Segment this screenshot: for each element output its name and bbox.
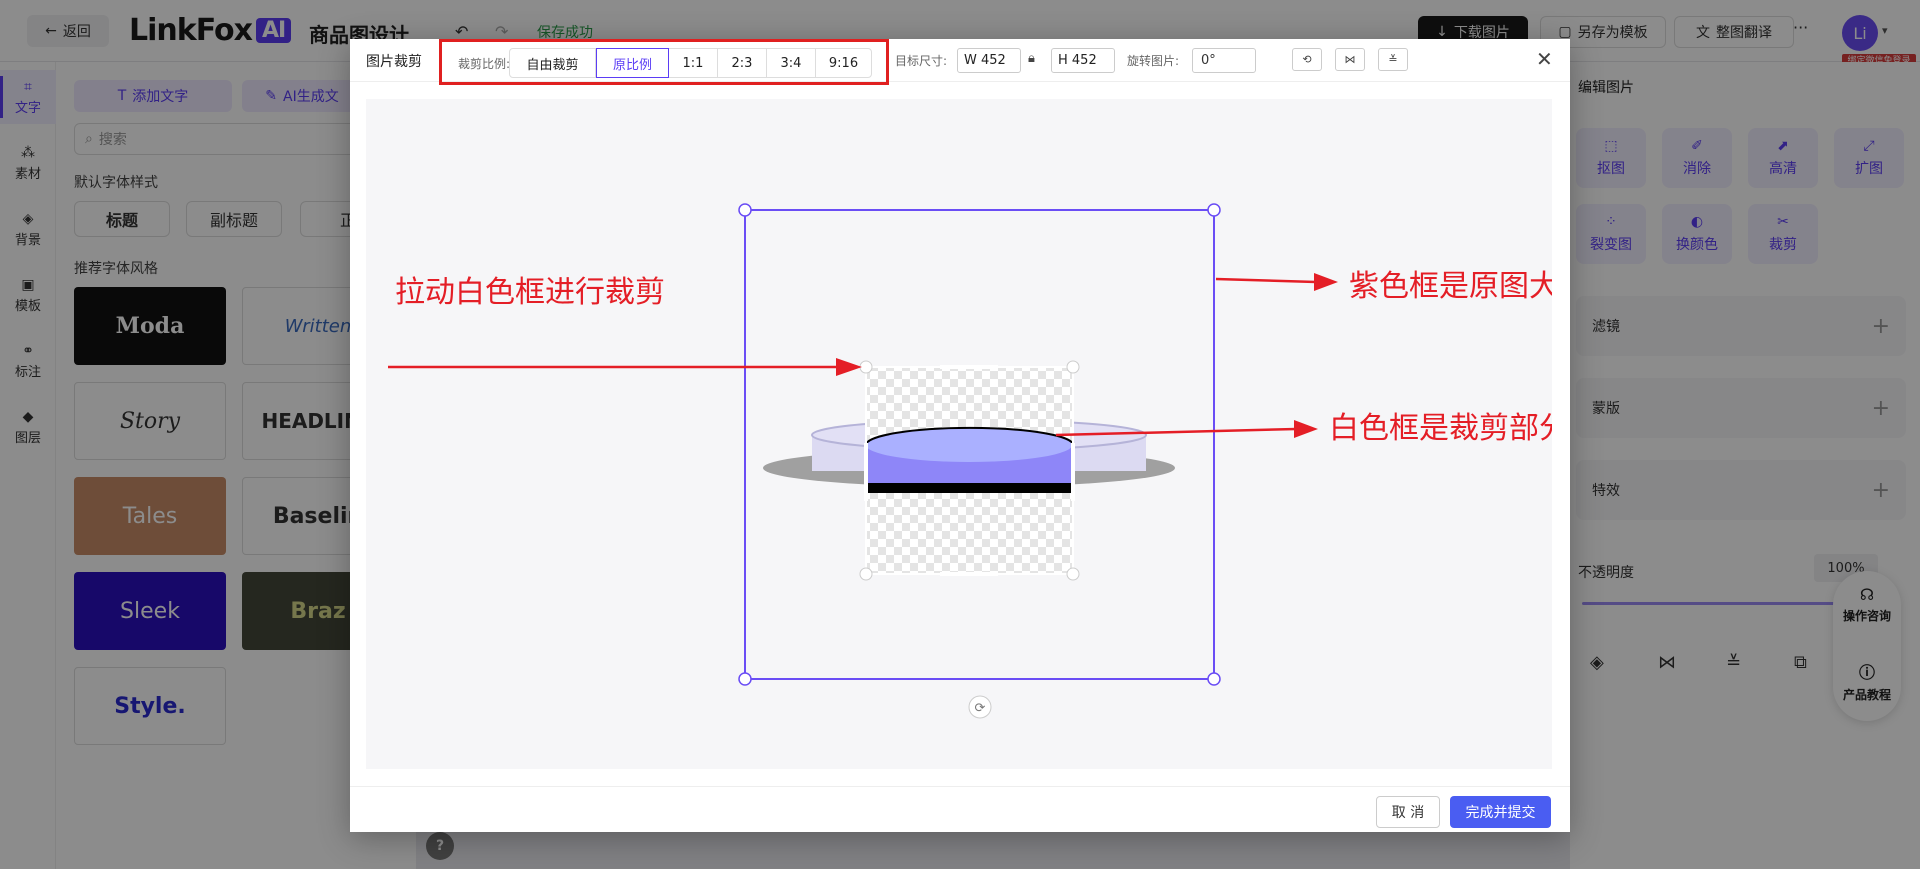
close-icon[interactable]: ✕	[1536, 47, 1553, 71]
ratio-group: 自由裁剪 原比例 1:1 2:3 3:4 9:16	[509, 48, 872, 78]
annotation-purple: 紫色框是原图大小	[1349, 269, 1552, 304]
crop-handle-right[interactable]	[1071, 443, 1075, 501]
ratio-original-button[interactable]: 原比例	[596, 48, 669, 78]
crop-handle-bottom[interactable]	[940, 572, 998, 576]
crop-handle-bottom-left[interactable]	[859, 567, 873, 581]
ratio-1-1-button[interactable]: 1:1	[669, 49, 718, 77]
frame-handle-bottom-left[interactable]	[738, 672, 752, 686]
size-label: 目标尺寸:	[895, 54, 948, 68]
crop-handle-left[interactable]	[864, 443, 868, 501]
width-input[interactable]: W 452	[957, 48, 1021, 73]
crop-modal: 图片裁剪 裁剪比例: 自由裁剪 原比例 1:1 2:3 3:4 9:16 目标尺…	[350, 39, 1570, 832]
arrow-drag-head	[836, 358, 862, 376]
crop-handle-bottom-right[interactable]	[1066, 567, 1080, 581]
crop-handle-top-right[interactable]	[1066, 360, 1080, 374]
flip-horizontal-icon[interactable]: ⋈	[1335, 48, 1365, 71]
ratio-9-16-button[interactable]: 9:16	[816, 49, 871, 77]
arrow-white-head	[1294, 420, 1318, 438]
rotate-label: 旋转图片:	[1127, 54, 1180, 68]
flip-vertical-icon[interactable]: ≚	[1378, 48, 1408, 71]
crop-handle-top[interactable]	[940, 365, 998, 369]
ratio-3-4-button[interactable]: 3:4	[767, 49, 816, 77]
cancel-button[interactable]: 取 消	[1376, 796, 1440, 828]
crop-canvas: ⟳ 拉动白色框进行裁剪 紫色框是原图大小 白色框是裁剪部分	[366, 99, 1552, 769]
ratio-label: 裁剪比例:	[458, 57, 511, 71]
modal-header: 图片裁剪 裁剪比例: 自由裁剪 原比例 1:1 2:3 3:4 9:16 目标尺…	[350, 39, 1570, 85]
frame-handle-top-right[interactable]	[1207, 203, 1221, 217]
lock-icon[interactable]: 🔒︎	[1028, 51, 1035, 66]
arrow-purple-head	[1314, 273, 1338, 291]
frame-handle-bottom-right[interactable]	[1207, 672, 1221, 686]
submit-button[interactable]: 完成并提交	[1450, 796, 1551, 828]
annotation-white: 白色框是裁剪部分	[1329, 411, 1552, 446]
modal-footer: 取 消 完成并提交	[350, 786, 1570, 832]
frame-handle-top-left[interactable]	[738, 203, 752, 217]
modal-title: 图片裁剪	[366, 54, 422, 70]
ratio-highlight-box: 裁剪比例: 自由裁剪 原比例 1:1 2:3 3:4 9:16	[439, 39, 889, 85]
height-input[interactable]: H 452	[1051, 48, 1115, 73]
ratio-free-button[interactable]: 自由裁剪	[510, 49, 596, 77]
ratio-2-3-button[interactable]: 2:3	[718, 49, 767, 77]
rotate-input[interactable]: 0°	[1192, 48, 1256, 73]
annotation-drag: 拉动白色框进行裁剪	[395, 275, 665, 310]
rotate-icon[interactable]: ⟲	[1292, 48, 1322, 71]
rotate-glyph: ⟳	[975, 701, 986, 716]
arrow-purple	[1215, 277, 1317, 284]
